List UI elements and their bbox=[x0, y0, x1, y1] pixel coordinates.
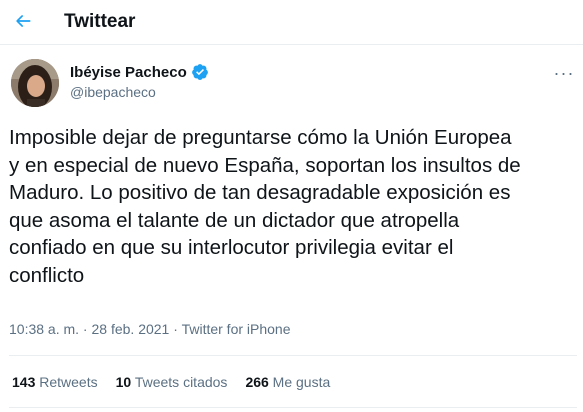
tweet-line: Maduro. Lo positivo de tan desagradable … bbox=[9, 181, 511, 204]
tweet-time-link[interactable]: 10:38 a. m. · 28 feb. 2021 bbox=[9, 321, 169, 337]
back-button[interactable] bbox=[8, 6, 38, 36]
verified-badge-icon bbox=[191, 64, 208, 80]
retweets-count: 143 bbox=[12, 374, 36, 390]
author-handle[interactable]: @ibepacheco bbox=[70, 84, 156, 100]
retweets-label: Retweets bbox=[35, 374, 98, 390]
arrow-left-icon bbox=[16, 15, 31, 27]
more-dots-icon: ··· bbox=[553, 62, 575, 83]
avatar-image bbox=[11, 59, 59, 107]
top-header: Twittear bbox=[0, 0, 583, 45]
avatar[interactable] bbox=[11, 59, 59, 107]
divider bbox=[9, 355, 577, 356]
quotes-count: 10 bbox=[115, 374, 132, 390]
tweet-time: 10:38 a. m. bbox=[9, 321, 80, 337]
tweet-line: Imposible dejar de preguntarse cómo la U… bbox=[9, 126, 512, 149]
quotes-label: Tweets citados bbox=[131, 374, 228, 390]
author-name[interactable]: Ibéyise Pacheco bbox=[70, 63, 209, 81]
likes-count: 266 bbox=[245, 374, 269, 390]
tweet-line: y en especial de nuevo España, soportan … bbox=[9, 153, 521, 177]
tweet-text: Imposible dejar de preguntarse cómo la U… bbox=[9, 124, 577, 289]
tweet-date: 28 feb. 2021 bbox=[91, 321, 170, 337]
retweets-stat[interactable]: 143 Retweets bbox=[12, 374, 98, 390]
more-options-button[interactable]: ··· bbox=[553, 62, 575, 83]
meta-separator: · bbox=[169, 321, 182, 337]
likes-label: Me gusta bbox=[268, 374, 331, 390]
tweet-meta: 10:38 a. m. · 28 feb. 2021 · Twitter for… bbox=[9, 321, 291, 337]
tweet-stats: 143 Retweets 10 Tweets citados 266 Me gu… bbox=[12, 374, 330, 390]
tweet-line: que asoma el talante de un dictador que … bbox=[9, 208, 460, 232]
author-name-text: Ibéyise Pacheco bbox=[70, 63, 187, 81]
tweet-line: conflicto bbox=[9, 263, 85, 287]
likes-stat[interactable]: 266 Me gusta bbox=[245, 374, 330, 390]
tweet-source-link[interactable]: Twitter for iPhone bbox=[182, 321, 291, 337]
meta-separator: · bbox=[79, 321, 92, 337]
divider bbox=[9, 407, 577, 408]
quotes-stat[interactable]: 10 Tweets citados bbox=[116, 374, 228, 390]
tweet-line: confiado en que su interlocutor privileg… bbox=[9, 236, 454, 259]
page-title: Twittear bbox=[64, 11, 136, 32]
